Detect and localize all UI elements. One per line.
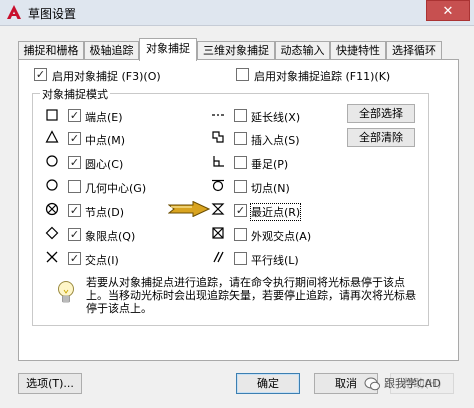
title-bar[interactable]: 草图设置 ✕ bbox=[0, 0, 474, 26]
intersection-x-icon bbox=[46, 251, 58, 263]
info-text: 若要从对象捕捉点进行追踪，请在命令执行期间将光标悬停于该点上。当移动光标时会出现… bbox=[86, 276, 416, 315]
geometric-center-checkbox[interactable] bbox=[68, 180, 81, 193]
perpendicular-icon bbox=[213, 156, 224, 167]
quadrant-diamond-icon bbox=[45, 226, 59, 240]
tab-object-snap[interactable]: 对象捕捉 bbox=[139, 38, 197, 61]
watermark: 跟我学CAD bbox=[360, 373, 466, 395]
apparent-intersection-checkbox[interactable] bbox=[234, 228, 247, 241]
select-all-button[interactable]: 全部选择 bbox=[347, 104, 415, 123]
close-icon: ✕ bbox=[442, 4, 454, 19]
extension-label: 延长线(X) bbox=[251, 111, 301, 124]
endpoint-label: 端点(E) bbox=[85, 111, 123, 124]
extension-checkbox[interactable] bbox=[234, 109, 247, 122]
nearest-checkbox[interactable]: ✓ bbox=[234, 204, 247, 217]
midpoint-checkbox[interactable]: ✓ bbox=[68, 132, 81, 145]
center-checkbox[interactable]: ✓ bbox=[68, 156, 81, 169]
enable-snap-tracking-checkbox[interactable] bbox=[236, 68, 249, 81]
center-circle-icon bbox=[46, 155, 58, 167]
geometric-center-label: 几何中心(G) bbox=[85, 182, 147, 195]
endpoint-checkbox[interactable]: ✓ bbox=[68, 109, 81, 122]
ok-button[interactable]: 确定 bbox=[236, 373, 300, 394]
tab-quick-properties[interactable]: 快捷特性 bbox=[330, 41, 386, 60]
tab-3d-object-snap[interactable]: 三维对象捕捉 bbox=[197, 41, 275, 60]
autocad-logo-icon bbox=[7, 5, 21, 19]
tab-selection-cycling[interactable]: 选择循环 bbox=[386, 41, 442, 60]
insertion-checkbox[interactable] bbox=[234, 132, 247, 145]
tangent-label: 切点(N) bbox=[251, 182, 290, 195]
snap-modes-group-title: 对象捕捉模式 bbox=[40, 86, 110, 102]
apparent-intersection-label: 外观交点(A) bbox=[251, 230, 312, 243]
geometric-center-icon bbox=[46, 179, 58, 191]
clear-all-button[interactable]: 全部清除 bbox=[347, 128, 415, 147]
nearest-label: 最近点(R) bbox=[249, 203, 302, 221]
extension-icon bbox=[212, 114, 224, 116]
close-button[interactable]: ✕ bbox=[426, 0, 470, 21]
perpendicular-checkbox[interactable] bbox=[234, 156, 247, 169]
midpoint-label: 中点(M) bbox=[85, 134, 126, 147]
tangent-checkbox[interactable] bbox=[234, 180, 247, 193]
arrow-annotation-icon bbox=[168, 201, 210, 217]
quadrant-checkbox[interactable]: ✓ bbox=[68, 228, 81, 241]
window-title: 草图设置 bbox=[28, 7, 77, 21]
midpoint-triangle-icon bbox=[45, 130, 59, 143]
quadrant-label: 象限点(Q) bbox=[85, 230, 136, 243]
parallel-icon bbox=[213, 251, 224, 263]
watermark-text: 跟我学CAD bbox=[384, 377, 441, 390]
endpoint-square-icon bbox=[46, 109, 58, 121]
tab-snap-grid[interactable]: 捕捉和栅格 bbox=[18, 41, 84, 60]
options-button[interactable]: 选项(T)... bbox=[18, 373, 82, 394]
enable-object-snap-label: 启用对象捕捉 (F3)(O) bbox=[52, 70, 161, 83]
tab-dynamic-input[interactable]: 动态输入 bbox=[275, 41, 330, 60]
insertion-icon bbox=[212, 131, 224, 143]
apparent-intersection-icon bbox=[212, 227, 224, 239]
lightbulb-icon bbox=[58, 281, 74, 303]
perpendicular-label: 垂足(P) bbox=[251, 158, 289, 171]
node-label: 节点(D) bbox=[85, 206, 125, 219]
insertion-label: 插入点(S) bbox=[251, 134, 300, 147]
nearest-hourglass-icon bbox=[211, 203, 225, 215]
tab-polar-tracking[interactable]: 极轴追踪 bbox=[84, 41, 139, 60]
intersection-checkbox[interactable]: ✓ bbox=[68, 252, 81, 265]
intersection-label: 交点(I) bbox=[85, 254, 119, 267]
enable-snap-tracking-label: 启用对象捕捉追踪 (F11)(K) bbox=[254, 70, 391, 83]
parallel-checkbox[interactable] bbox=[234, 252, 247, 265]
enable-object-snap-checkbox[interactable]: ✓ bbox=[34, 68, 47, 81]
parallel-label: 平行线(L) bbox=[251, 254, 299, 267]
node-icon bbox=[45, 202, 59, 216]
node-checkbox[interactable]: ✓ bbox=[68, 204, 81, 217]
tangent-icon bbox=[212, 179, 224, 192]
chat-bubble-icon bbox=[364, 377, 380, 391]
center-label: 圆心(C) bbox=[85, 158, 124, 171]
